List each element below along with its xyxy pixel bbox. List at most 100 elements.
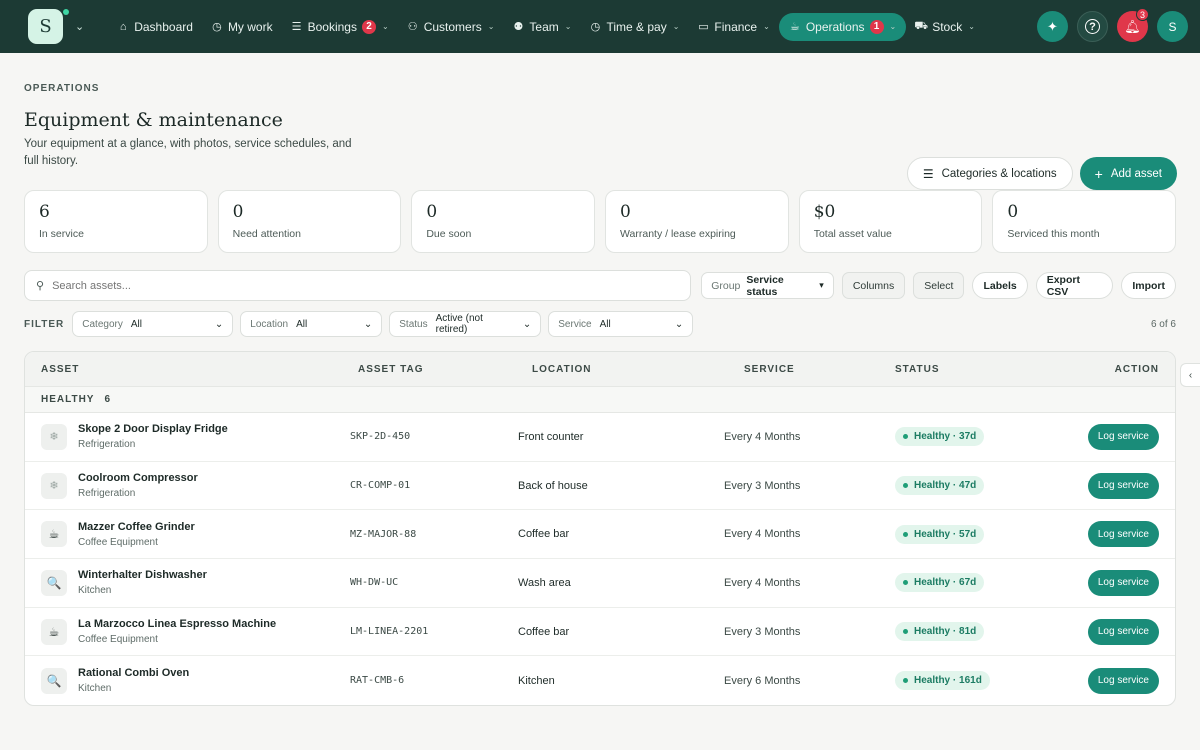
home-icon: ⌂ (119, 20, 127, 33)
col-asset[interactable]: ASSET (25, 364, 338, 375)
nav-item-my-work[interactable]: ◷ My work (202, 13, 282, 41)
filter-label: FILTER (24, 318, 65, 330)
nav-item-label: Bookings (307, 19, 357, 34)
status-dot (63, 9, 69, 15)
stat-label: Need attention (232, 228, 301, 240)
labels-button[interactable]: Labels (972, 272, 1028, 299)
table-row[interactable]: ❄ Coolroom Compressor Refrigeration CR-C… (25, 462, 1175, 511)
workspace-chevron-down-icon[interactable]: ⌄ (75, 20, 84, 33)
col-location[interactable]: LOCATION (508, 364, 714, 375)
asset-name[interactable]: Rational Combi Oven (78, 667, 189, 679)
group-by-select[interactable]: Group Service status ▾ (701, 272, 834, 299)
table-header: ASSET ASSET TAG LOCATION SERVICE STATUS … (25, 352, 1175, 387)
table-row[interactable]: 🔍 Winterhalter Dishwasher Kitchen WH-DW-… (25, 559, 1175, 608)
help-button[interactable]: ? (1077, 11, 1108, 42)
stat-card[interactable]: $0 Total asset value (798, 190, 983, 253)
users-icon: ⚇ (407, 21, 418, 33)
status-badge: Healthy · 57d (895, 524, 985, 544)
status-badge: Healthy · 67d (895, 573, 985, 593)
chevron-down-icon: ⌄ (363, 318, 373, 330)
category-filter[interactable]: Category All ⌄ (72, 311, 234, 337)
columns-button[interactable]: Columns (841, 272, 906, 299)
col-asset-tag[interactable]: ASSET TAG (338, 364, 508, 375)
service-filter[interactable]: Service All ⌄ (548, 311, 694, 337)
card-icon: ▭ (698, 21, 709, 33)
chevron-down-icon: ⌄ (968, 22, 975, 31)
stat-card[interactable]: 0 Serviced this month (992, 190, 1177, 253)
nav-item-customers[interactable]: ⚇ Customers ⌄ (398, 13, 504, 41)
table-row[interactable]: ☕ Mazzer Coffee Grinder Coffee Equipment… (25, 510, 1175, 560)
search-box[interactable]: ⚲ (24, 270, 692, 301)
collapse-panel-handle[interactable]: ‹ (1180, 363, 1200, 387)
status-filter-label: Status (399, 318, 428, 330)
asset-name[interactable]: Winterhalter Dishwasher (78, 569, 207, 581)
stat-value: 0 (426, 202, 438, 222)
table-row[interactable]: 🔍 Rational Combi Oven Kitchen RAT-CMB-6 … (25, 656, 1175, 705)
asset-category: Refrigeration (78, 439, 136, 451)
import-button[interactable]: Import (1121, 272, 1176, 299)
log-service-button[interactable]: Log service (1087, 521, 1159, 548)
stat-card[interactable]: 0 Due soon (411, 190, 596, 253)
asset-name[interactable]: Skope 2 Door Display Fridge (78, 423, 228, 435)
add-asset-button[interactable]: + Add asset (1079, 157, 1177, 190)
stat-card[interactable]: 0 Need attention (217, 190, 402, 253)
snowflake-icon: ❄ (41, 472, 67, 499)
nav-item-operations[interactable]: ☕ Operations 1 ⌄ (778, 12, 907, 41)
log-service-button[interactable]: Log service (1087, 423, 1159, 450)
list-icon: ☰ (291, 21, 302, 33)
chevron-down-icon: ⌄ (564, 22, 572, 31)
status-filter[interactable]: Status Active (not retired) ⌄ (389, 311, 542, 337)
ai-sparkle-button[interactable]: ✦ (1037, 11, 1068, 42)
group-header-healthy[interactable]: HEALTHY 6 (25, 387, 1175, 413)
asset-tag: MZ-MAJOR-88 (350, 528, 417, 540)
col-status[interactable]: STATUS (885, 364, 1066, 375)
log-service-button[interactable]: Log service (1087, 569, 1159, 596)
nav-badge: 1 (869, 19, 884, 34)
nav-item-label: Customers (423, 19, 482, 34)
app-logo[interactable]: S (28, 9, 69, 44)
status-badge: Healthy · 37d (895, 427, 985, 447)
asset-tag: SKP-2D-450 (350, 431, 411, 443)
categories-locations-label: Categories & locations (941, 167, 1057, 180)
table-row[interactable]: ☕ La Marzocco Linea Espresso Machine Cof… (25, 608, 1175, 657)
nav-item-team[interactable]: ⚉ Team ⌄ (503, 13, 580, 41)
stats-row: 6 In service 0 Need attention 0 Due soon 0 … (24, 190, 1177, 253)
stat-card[interactable]: 6 In service (24, 190, 208, 253)
coffee-icon: ☕ (41, 521, 67, 548)
asset-category: Kitchen (78, 683, 112, 695)
chevron-down-icon: ⌄ (674, 318, 684, 330)
nav-item-time-pay[interactable]: ◷ Time & pay ⌄ (580, 13, 688, 41)
user-avatar[interactable]: S (1157, 11, 1188, 42)
log-service-button[interactable]: Log service (1087, 618, 1159, 645)
chevron-down-icon: ⌄ (672, 22, 680, 31)
nav-item-dashboard[interactable]: ⌂ Dashboard (108, 13, 202, 41)
nav-item-finance[interactable]: ▭ Finance ⌄ (688, 13, 778, 41)
nav-item-label: My work (227, 19, 273, 34)
asset-name[interactable]: Mazzer Coffee Grinder (78, 521, 195, 533)
col-service[interactable]: SERVICE (714, 364, 885, 375)
log-service-button[interactable]: Log service (1087, 472, 1159, 499)
chevron-down-icon: ⌄ (381, 22, 389, 31)
filters-row: FILTER Category All ⌄ Location All ⌄ Sta… (24, 311, 1176, 337)
location-filter[interactable]: Location All ⌄ (240, 311, 383, 337)
col-action: ACTION (1114, 363, 1159, 375)
status-text: Healthy · 161d (914, 675, 982, 687)
asset-name[interactable]: La Marzocco Linea Espresso Machine (78, 618, 276, 630)
nav-item-bookings[interactable]: ☰ Bookings 2 ⌄ (282, 13, 398, 41)
search-icon: ⚲ (36, 280, 45, 292)
nav-item-stock[interactable]: ⛟ Stock ⌄ (906, 13, 984, 41)
asset-name[interactable]: Coolroom Compressor (78, 472, 198, 484)
stat-value: 6 (39, 202, 50, 222)
notifications-button[interactable]: 🔔︎ 3 (1117, 8, 1149, 42)
chevron-down-icon: ⌄ (487, 22, 495, 31)
status-dot (903, 483, 908, 489)
categories-locations-button[interactable]: ☰ Categories & locations (906, 157, 1073, 190)
status-dot (903, 580, 908, 586)
stat-card[interactable]: 0 Warranty / lease expiring (605, 190, 789, 253)
log-service-button[interactable]: Log service (1087, 667, 1159, 694)
export-csv-button[interactable]: Export CSV (1035, 272, 1114, 299)
search-input[interactable] (52, 279, 680, 292)
bell-icon: 🔔︎ (1124, 18, 1141, 34)
select-button[interactable]: Select (913, 272, 965, 299)
table-row[interactable]: ❄ Skope 2 Door Display Fridge Refrigerat… (25, 413, 1175, 462)
